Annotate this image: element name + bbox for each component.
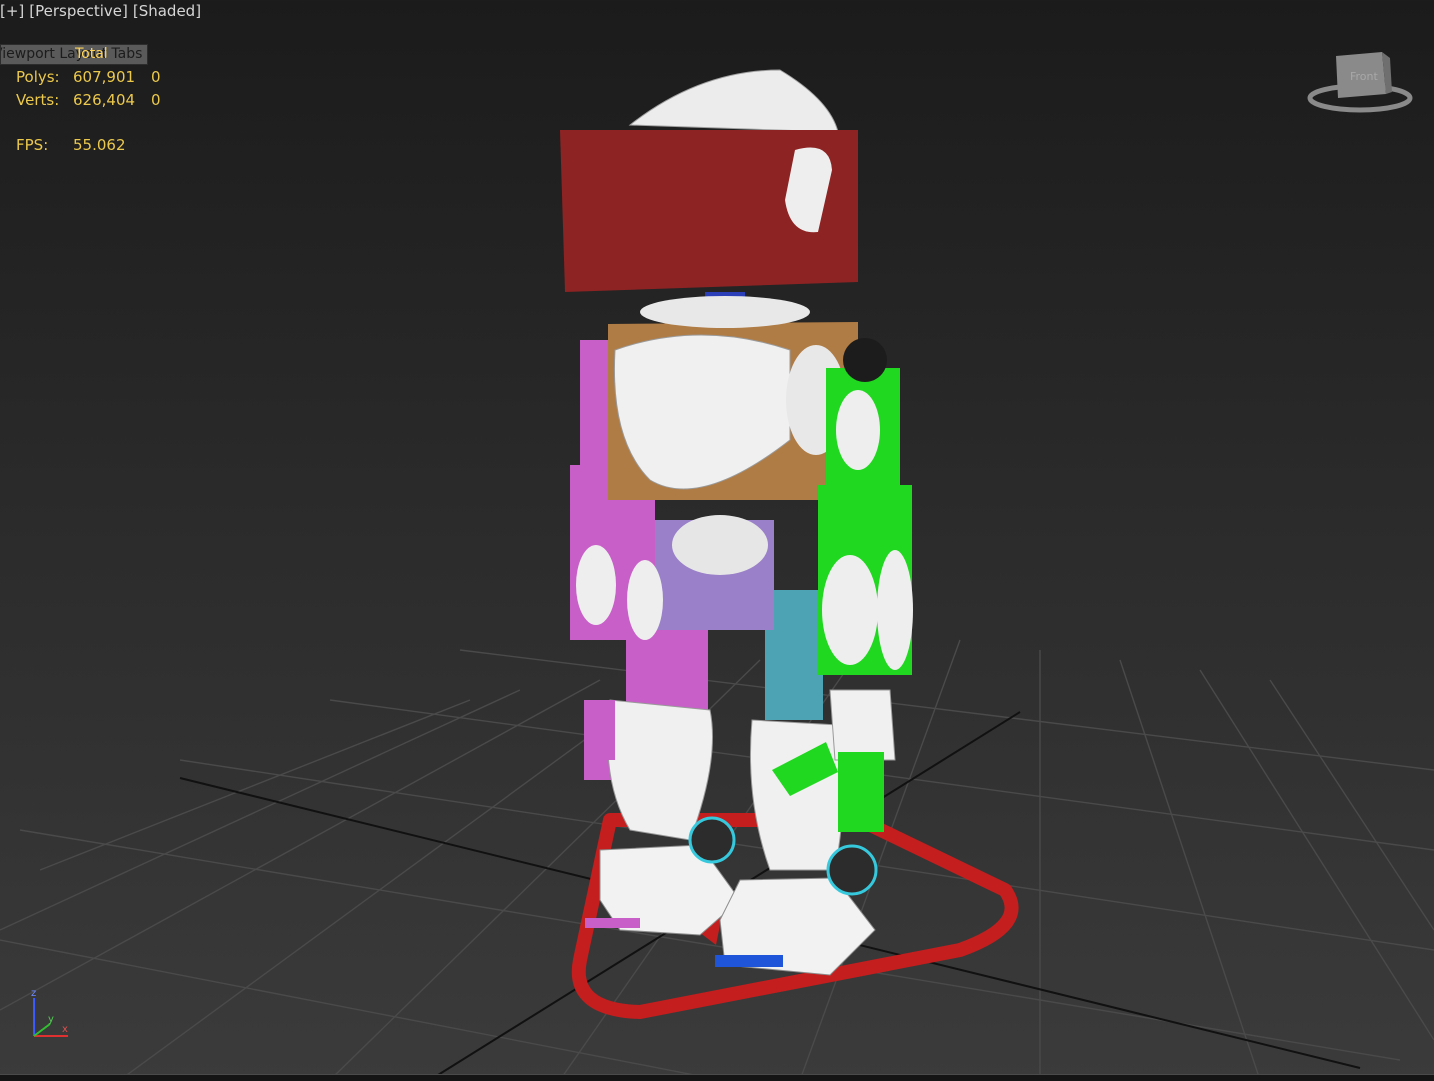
axis-z-label: z — [31, 988, 36, 999]
perspective-viewport[interactable]: [+] [Perspective] [Shaded] Viewport Layout… — [0, 0, 1434, 1081]
torso-control-box[interactable] — [608, 322, 858, 500]
viewcube-face-label: Front — [1350, 70, 1379, 83]
axis-y-label: y — [48, 1014, 54, 1025]
viewcube-icon[interactable]: Front — [1306, 46, 1416, 118]
neck-shell — [640, 296, 810, 328]
viewport-point-of-view-menu[interactable]: [Perspective] — [29, 2, 128, 20]
polys-label: Polys: — [16, 68, 60, 86]
left-leg[interactable] — [584, 590, 741, 936]
axis-tripod-icon: z x y — [31, 988, 68, 1037]
fps-label: FPS: — [16, 136, 49, 154]
verts-total: 626,404 — [73, 91, 136, 109]
polys-total: 607,901 — [73, 68, 136, 86]
axis-x-label: x — [62, 1024, 68, 1035]
pelvis-shell — [672, 515, 768, 575]
polys-selected: 0 — [151, 68, 161, 86]
verts-selected: 0 — [151, 91, 161, 109]
head-control-box[interactable] — [560, 69, 858, 292]
fps-value: 55.062 — [73, 136, 126, 154]
viewport-general-menu[interactable]: [+] — [0, 2, 24, 20]
viewport-shading-menu[interactable]: [Shaded] — [133, 2, 201, 20]
viewport-layout-tabs[interactable]: Viewport Layout Tabs Total — [0, 44, 148, 65]
verts-label: Verts: — [16, 91, 60, 109]
viewport-label-menu[interactable]: [+] [Perspective] [Shaded] — [0, 2, 206, 20]
viewport-layout-tabs-label: Viewport Layout Tabs — [0, 46, 143, 62]
stats-total-header: Total — [75, 46, 108, 62]
scene-canvas[interactable] — [0, 0, 1434, 1080]
